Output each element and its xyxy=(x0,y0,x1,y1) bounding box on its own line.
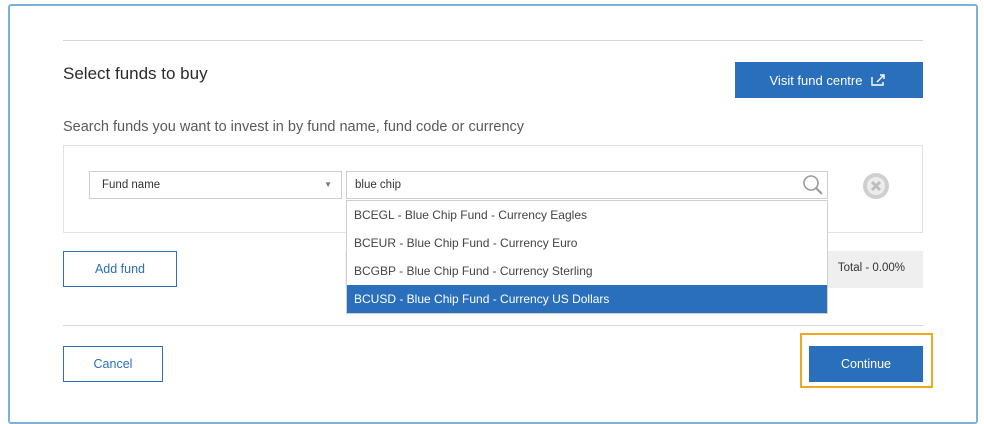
total-allocation-text: Total - 0.00% xyxy=(837,262,905,274)
continue-button[interactable]: Continue xyxy=(809,346,923,382)
search-result-item-highlighted[interactable]: BCUSD - Blue Chip Fund - Currency US Dol… xyxy=(347,285,827,313)
visit-fund-centre-button[interactable]: Visit fund centre xyxy=(735,62,923,98)
search-result-item[interactable]: BCEUR - Blue Chip Fund - Currency Euro xyxy=(347,229,827,257)
page-title: Select funds to buy xyxy=(63,64,208,83)
add-fund-button[interactable]: Add fund xyxy=(63,251,177,287)
search-filter-select[interactable]: Fund name ▼ xyxy=(89,171,342,199)
search-filter-value: Fund name xyxy=(102,179,161,191)
clear-circle-icon[interactable] xyxy=(861,171,891,201)
fund-search-input[interactable] xyxy=(346,171,828,199)
search-icon[interactable] xyxy=(802,174,824,196)
external-link-icon xyxy=(871,74,886,86)
search-results-dropdown: BCEGL - Blue Chip Fund - Currency Eagles… xyxy=(346,200,828,314)
visit-fund-centre-label: Visit fund centre xyxy=(769,72,863,88)
search-instructions: Search funds you want to invest in by fu… xyxy=(63,119,525,135)
search-result-item[interactable]: BCGBP - Blue Chip Fund - Currency Sterli… xyxy=(347,257,827,285)
cancel-button[interactable]: Cancel xyxy=(63,346,163,382)
search-result-item[interactable]: BCEGL - Blue Chip Fund - Currency Eagles xyxy=(347,201,827,229)
top-divider xyxy=(63,40,923,41)
chevron-down-icon: ▼ xyxy=(324,180,332,189)
bottom-divider xyxy=(63,325,923,326)
